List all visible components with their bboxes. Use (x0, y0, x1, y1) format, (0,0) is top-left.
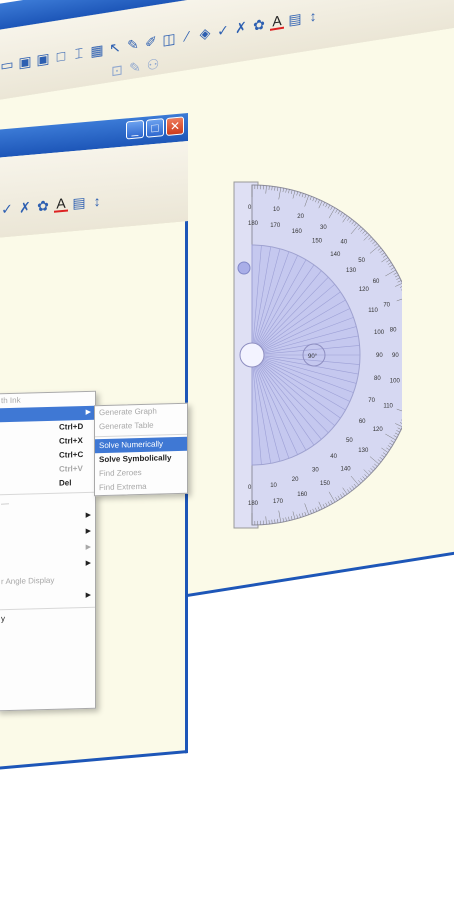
submenu-item[interactable]: Generate Table (95, 418, 187, 434)
menu-item-label: — (1, 498, 9, 509)
protractor-outer-label: 20 (297, 214, 304, 220)
menu-item-shortcut: Del (59, 478, 72, 488)
submenu-item[interactable]: Find Extrema (95, 479, 187, 495)
menu-item-label: th Ink (1, 395, 21, 406)
protractor-outer-label: 160 (297, 492, 308, 498)
spacing-icon[interactable]: ▤ (288, 10, 302, 28)
protractor-inner-label: 180 (248, 221, 259, 227)
protractor-inner-label: 90 (376, 353, 383, 359)
paint-icon[interactable]: ✿ (252, 16, 266, 34)
protractor-inner-label: 70 (368, 398, 375, 404)
protractor-outer-label: 10 (273, 207, 280, 213)
submenu-arrow-icon: ▶ (85, 408, 91, 416)
protractor[interactable]: 0 102030405060708090100110120130140150160… (232, 180, 402, 530)
user-icon[interactable]: ⚇ (146, 55, 160, 73)
protractor-inner-label: 20 (292, 477, 299, 483)
context-submenu: Generate Graph Generate Table Solve Numeri… (94, 402, 188, 497)
font-color-icon[interactable]: A (270, 12, 284, 31)
menu-item-shortcut: Ctrl+V (59, 464, 83, 474)
line-icon[interactable]: ⁄ (180, 28, 194, 44)
text-box-icon[interactable]: ⌶ (72, 44, 86, 61)
menu-item-label: y (1, 614, 5, 624)
select-arrow-icon[interactable]: ↖ (108, 39, 122, 57)
protractor-outer-label: 70 (383, 302, 390, 308)
submenu-arrow-icon: ▶ (85, 591, 91, 599)
eraser-icon[interactable]: ◫ (162, 30, 176, 48)
protractor-inner-label: 30 (312, 467, 319, 473)
edit-icon[interactable]: ✎ (128, 58, 142, 76)
protractor-inner-label: 10 (270, 483, 277, 489)
protractor-center (239, 342, 265, 368)
spacing-icon[interactable]: ▤ (72, 194, 86, 211)
minimize-button[interactable]: _ (126, 119, 144, 140)
table-icon[interactable]: ▦ (90, 41, 104, 59)
protractor-outer-label: 120 (373, 427, 384, 433)
angle-readout: 90° (308, 354, 318, 360)
protractor-outer-label: 110 (383, 404, 393, 410)
context-menu-item[interactable]: Del (0, 476, 95, 493)
marker-icon[interactable]: ✓ (216, 21, 230, 39)
protractor-outer-label: 90 (392, 353, 399, 359)
protractor-inner-label: 40 (330, 454, 337, 460)
paint-icon[interactable]: ✿ (36, 197, 50, 214)
submenu-arrow-icon: ▶ (85, 511, 91, 519)
protractor-inner-label: 150 (312, 239, 323, 245)
magic-pen-icon[interactable]: ✗ (234, 19, 248, 37)
rotate-handle[interactable] (237, 261, 251, 275)
menu-item-shortcut: Ctrl+C (59, 450, 84, 460)
protractor-outer-label: 100 (390, 379, 401, 385)
line-spacing-icon[interactable]: ↕ (90, 193, 104, 210)
protractor-inner-label: 50 (346, 438, 353, 444)
window-icon[interactable]: □ (54, 47, 68, 64)
protractor-outer-label: 40 (341, 240, 348, 246)
close-button[interactable]: ✕ (166, 116, 184, 136)
protractor-outer-label: 60 (373, 279, 380, 285)
submenu-arrow-icon: ▶ (85, 559, 91, 567)
reflection-fade (0, 780, 454, 913)
protractor-outer-label: 150 (320, 481, 331, 487)
protractor-outer-label: 140 (341, 466, 352, 472)
menu-item-label: r Angle Display (1, 575, 55, 587)
protractor-inner-label: 130 (346, 268, 357, 274)
protractor-outer-label: 80 (390, 327, 397, 333)
menu-item-shortcut: Ctrl+D (59, 422, 84, 432)
submenu-arrow-icon: ▶ (85, 527, 91, 535)
protractor-outer-label: 30 (320, 225, 327, 231)
monitor-icon[interactable]: ▣ (18, 53, 32, 71)
protractor-inner-label: 140 (330, 252, 341, 258)
protractor-outer-label: 170 (273, 499, 284, 505)
monitor2-icon[interactable]: ▣ (36, 50, 50, 68)
screen-icon[interactable]: ▭ (0, 56, 14, 74)
menu-item-shortcut: Ctrl+X (59, 436, 83, 446)
protractor-outer-label: 50 (358, 258, 365, 264)
fill-icon[interactable]: ◈ (198, 24, 212, 42)
protractor-inner-label: 60 (359, 419, 366, 425)
protractor-outer-label: 130 (358, 448, 369, 454)
protractor-inner-label: 80 (374, 376, 381, 382)
protractor-inner-label: 110 (368, 308, 378, 314)
protractor-inner-label: 120 (359, 287, 370, 293)
magic-pen-icon[interactable]: ✗ (18, 199, 32, 216)
font-color-icon[interactable]: A (54, 195, 68, 213)
protractor-outer-label: 180 (248, 501, 259, 507)
line-spacing-icon[interactable]: ↕ (306, 8, 320, 25)
protractor-inner-label: 100 (374, 330, 385, 336)
submenu-arrow-icon: ▶ (85, 543, 91, 551)
context-menu-item[interactable]: ▶ (0, 589, 95, 608)
context-menu-item[interactable]: y (0, 610, 95, 629)
marker-icon[interactable]: ✓ (0, 200, 14, 217)
protractor-inner-label: 170 (270, 223, 281, 229)
format-icon[interactable]: ⊡ (110, 61, 124, 79)
context-menu: th Ink ▶ Ctrl+D Ctrl+X Ctrl+C Ctrl+V Del — ▶ ▶ ▶ ▶ r… (0, 390, 96, 712)
highlighter-icon[interactable]: ✐ (144, 33, 158, 51)
protractor-inner-label: 160 (292, 229, 303, 235)
maximize-button[interactable]: □ (146, 118, 164, 138)
pen-icon[interactable]: ✎ (126, 36, 140, 54)
